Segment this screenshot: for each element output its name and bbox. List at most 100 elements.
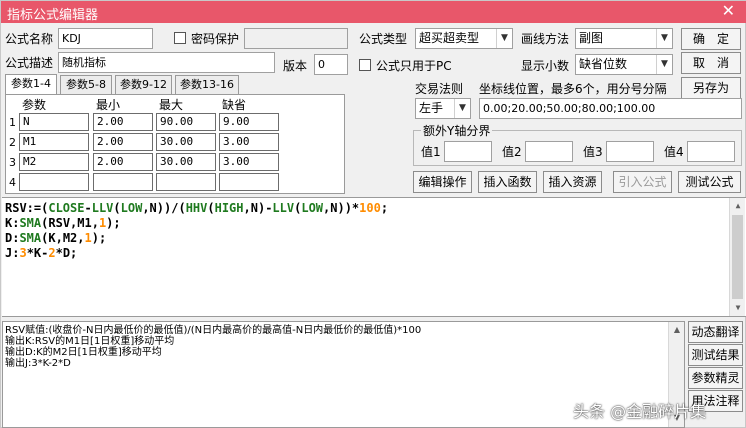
draw-method-value: 副图 xyxy=(579,31,604,45)
value4-label: 值4 xyxy=(664,145,684,159)
save-as-button[interactable]: 另存为 xyxy=(681,77,741,99)
param-default-cell[interactable]: 9.00 xyxy=(219,113,279,131)
code-token: ( xyxy=(207,201,215,215)
test-result-button[interactable]: 测试结果 xyxy=(688,344,743,366)
param-min-cell[interactable]: 2.00 xyxy=(93,153,153,171)
output-line: RSV赋值:(收盘价-N日内最低价的最低值)/(N日内最高价的最高值-N日内最低… xyxy=(5,325,422,336)
param-max-cell[interactable]: 90.00 xyxy=(156,113,216,131)
trade-rule-select[interactable]: 左手 ▼ xyxy=(415,98,471,119)
param-row-index: 3 xyxy=(9,156,16,169)
code-token: ( xyxy=(113,201,121,215)
code-token: ,N)- xyxy=(243,201,273,215)
value1-input[interactable] xyxy=(444,141,492,162)
dynamic-translate-button[interactable]: 动态翻译 xyxy=(688,321,743,343)
code-token: J: xyxy=(5,246,20,260)
param-default-cell[interactable]: 3.00 xyxy=(219,133,279,151)
close-icon[interactable]: ✕ xyxy=(722,2,735,20)
code-token: RSV:=( xyxy=(5,201,49,215)
param-default-cell[interactable]: 3.00 xyxy=(219,153,279,171)
chevron-down-icon: ▼ xyxy=(454,99,470,118)
insert-function-button[interactable]: 插入函数 xyxy=(478,171,537,193)
decimals-value: 缺省位数 xyxy=(579,57,628,71)
code-token: *D; xyxy=(55,246,78,260)
password-checkbox[interactable] xyxy=(174,32,186,44)
formula-desc-input[interactable]: 随机指标 xyxy=(58,52,275,73)
code-line: D:SMA(K,M2,1); xyxy=(5,231,106,246)
coord-label: 坐标线位置，最多6个，用分号分隔 xyxy=(479,82,667,96)
scroll-up-icon[interactable]: ▲ xyxy=(669,322,685,338)
scroll-down-icon[interactable]: ▼ xyxy=(730,300,746,316)
test-formula-button[interactable]: 测试公式 xyxy=(678,171,741,193)
value4-input[interactable] xyxy=(687,141,735,162)
code-token: (RSV,M1, xyxy=(41,216,99,230)
insert-resource-button[interactable]: 插入资源 xyxy=(543,171,602,193)
edit-op-button[interactable]: 编辑操作 xyxy=(413,171,472,193)
tab-params-9-12[interactable]: 参数9-12 xyxy=(115,75,172,94)
param-max-cell[interactable]: 30.00 xyxy=(156,133,216,151)
formula-name-input[interactable]: KDJ xyxy=(58,28,153,49)
param-header-min: 最小 xyxy=(96,98,121,112)
extra-y-axis-label: 额外Y轴分界 xyxy=(421,123,493,139)
title-bar[interactable]: 指标公式编辑器 ✕ xyxy=(1,1,746,23)
param-name-cell[interactable]: N xyxy=(19,113,89,131)
code-line: K:SMA(RSV,M1,1); xyxy=(5,216,121,231)
value2-input[interactable] xyxy=(525,141,573,162)
formula-name-label: 公式名称 xyxy=(5,32,54,46)
code-token: LLV xyxy=(272,201,295,215)
scroll-up-icon[interactable]: ▲ xyxy=(730,198,746,214)
version-label: 版本 xyxy=(283,59,308,73)
code-token: HHV xyxy=(185,201,208,215)
param-name-cell[interactable]: M2 xyxy=(19,153,89,171)
code-token: HIGH xyxy=(214,201,244,215)
code-token: ,N))/( xyxy=(142,201,186,215)
param-row-index: 2 xyxy=(9,136,16,149)
formula-type-value: 超买超卖型 xyxy=(419,31,480,45)
code-token: *K- xyxy=(26,246,49,260)
trade-rule-value: 左手 xyxy=(419,101,444,115)
editor-scroll-thumb[interactable] xyxy=(732,215,743,299)
code-token: (K,M2, xyxy=(41,231,85,245)
import-formula-button[interactable]: 引入公式 xyxy=(613,171,672,193)
code-token: 3 xyxy=(19,246,27,260)
formula-type-select[interactable]: 超买超卖型 ▼ xyxy=(415,28,513,49)
window-title: 指标公式编辑器 xyxy=(7,8,99,23)
tab-params-5-8[interactable]: 参数5-8 xyxy=(60,75,112,94)
param-max-cell[interactable]: 30.00 xyxy=(156,153,216,171)
code-token: ,N))* xyxy=(323,201,360,215)
formula-code-editor[interactable]: RSV:=(CLOSE-LLV(LOW,N))/(HHV(HIGH,N)-LLV… xyxy=(2,197,746,317)
formula-editor-window: 指标公式编辑器 ✕ 公式名称 KDJ 密码保护 公式类型 超买超卖型 ▼ 画线方… xyxy=(0,0,746,428)
param-header-name: 参数 xyxy=(22,98,47,112)
version-input[interactable]: 0 xyxy=(314,54,348,75)
password-input[interactable] xyxy=(244,28,348,49)
value3-input[interactable] xyxy=(606,141,654,162)
param-header-default: 缺省 xyxy=(222,98,247,112)
cancel-button[interactable]: 取 消 xyxy=(681,52,741,74)
value2-label: 值2 xyxy=(502,145,522,159)
coord-input[interactable]: 0.00;20.00;50.00;80.00;100.00 xyxy=(479,98,742,119)
param-min-cell[interactable]: 2.00 xyxy=(93,133,153,151)
param-min-cell[interactable]: 2.00 xyxy=(93,113,153,131)
code-token: LOW xyxy=(120,201,143,215)
code-line: RSV:=(CLOSE-LLV(LOW,N))/(HHV(HIGH,N)-LLV… xyxy=(5,201,388,216)
editor-scrollbar[interactable]: ▲ ▼ xyxy=(729,198,745,316)
code-token: CLOSE xyxy=(48,201,85,215)
code-token: 2 xyxy=(48,246,56,260)
code-token: ); xyxy=(106,216,121,230)
output-line: 输出K:RSV的M1日[1日权重]移动平均 xyxy=(5,336,175,347)
draw-method-select[interactable]: 副图 ▼ xyxy=(575,28,673,49)
chevron-down-icon: ▼ xyxy=(656,55,672,74)
param-name-cell[interactable]: M1 xyxy=(19,133,89,151)
param-default-cell[interactable] xyxy=(219,173,279,191)
pc-only-label: 公式只用于PC xyxy=(376,59,452,73)
trade-rule-label: 交易法则 xyxy=(415,82,464,96)
param-wizard-button[interactable]: 参数精灵 xyxy=(688,367,743,389)
decimals-select[interactable]: 缺省位数 ▼ xyxy=(575,54,673,75)
param-min-cell[interactable] xyxy=(93,173,153,191)
param-name-cell[interactable] xyxy=(19,173,89,191)
pc-only-checkbox[interactable] xyxy=(359,59,371,71)
tab-params-1-4[interactable]: 参数1-4 xyxy=(5,74,57,95)
tab-params-13-16[interactable]: 参数13-16 xyxy=(175,75,239,94)
param-max-cell[interactable] xyxy=(156,173,216,191)
ok-button[interactable]: 确 定 xyxy=(681,28,741,50)
formula-type-label: 公式类型 xyxy=(359,32,408,46)
